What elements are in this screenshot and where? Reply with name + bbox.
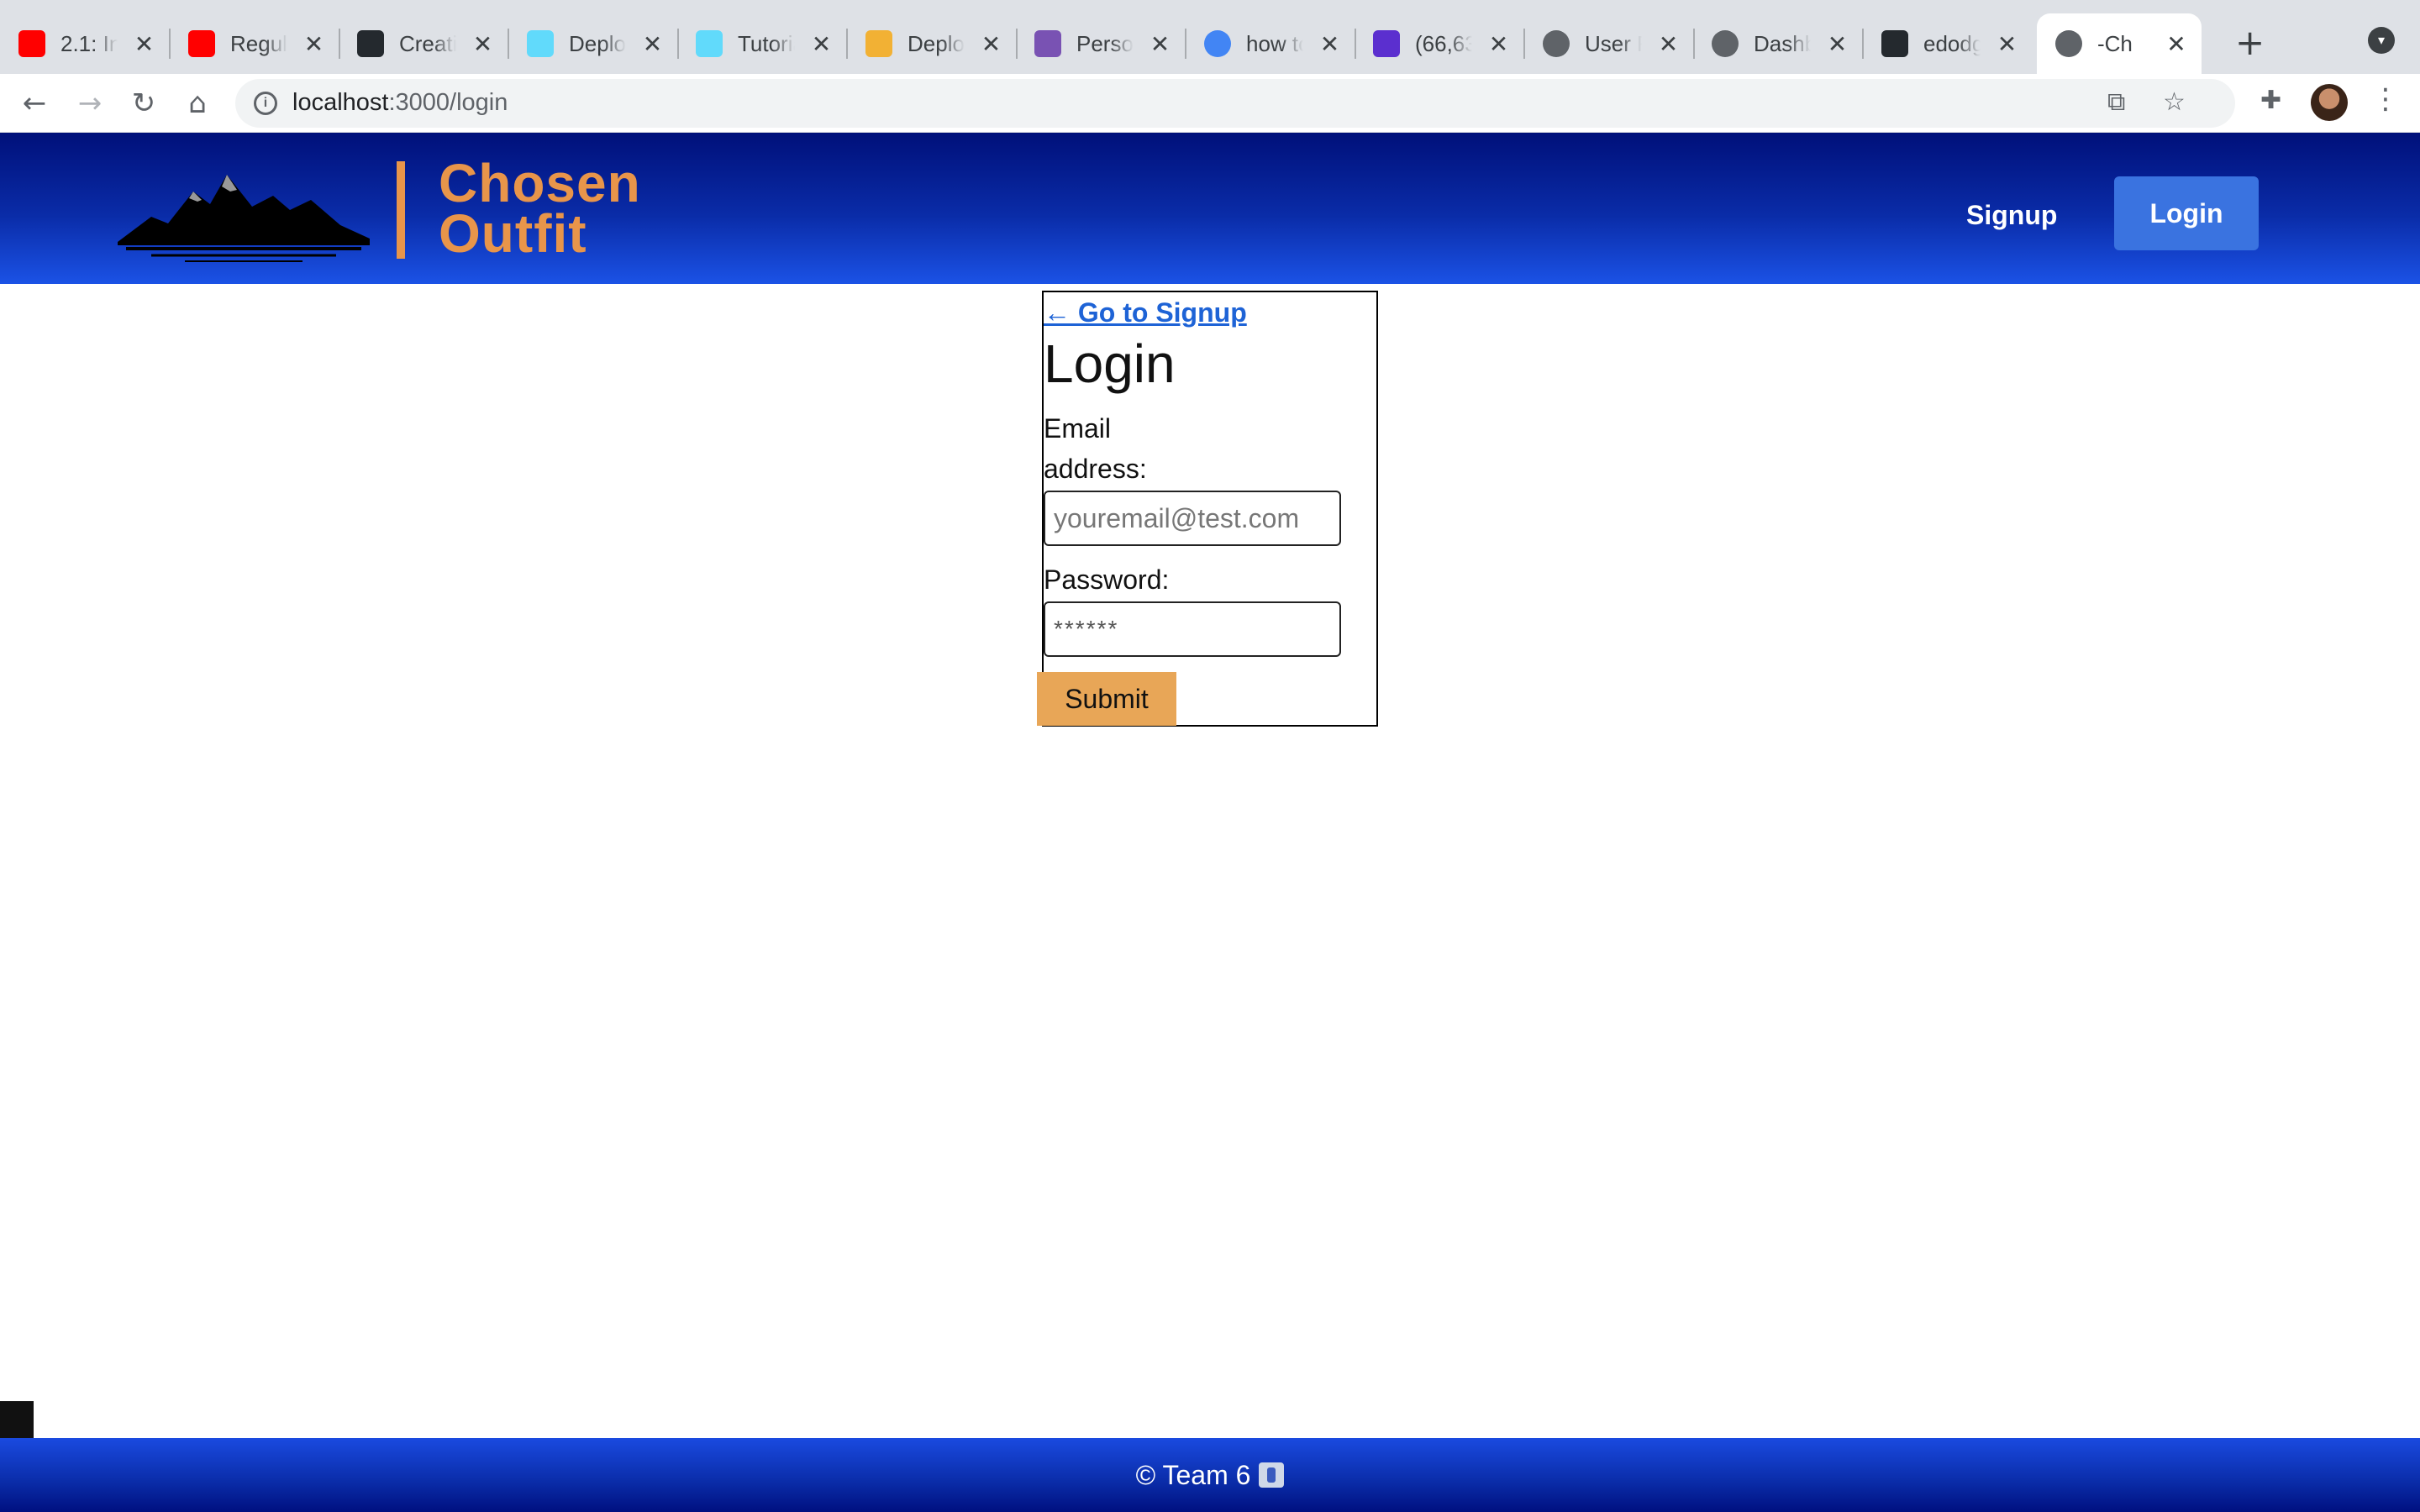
bookmark-star-icon[interactable]: ☆ [2163, 87, 2186, 117]
google-icon [1204, 30, 1231, 57]
github-icon [357, 30, 384, 57]
tab-title: (66,63 [1415, 30, 1472, 56]
password-label: Password: [1044, 564, 1170, 595]
browser-tab[interactable]: 2.1: Int ✕ [0, 13, 171, 74]
tab-title: Person [1076, 30, 1134, 56]
browser-menu-icon[interactable]: ⋮ [2371, 82, 2400, 116]
browser-tab[interactable]: Creatin ✕ [339, 13, 509, 74]
browser-tab[interactable]: Dashb ✕ [1693, 13, 1864, 74]
tab-title: -Ch [2097, 30, 2133, 56]
tab-close-icon[interactable]: ✕ [1487, 30, 1511, 58]
browser-tab[interactable]: how to ✕ [1186, 13, 1356, 74]
new-tab-button[interactable]: + [2235, 20, 2265, 66]
team-emoji-icon [1259, 1462, 1285, 1488]
youtube-icon [188, 30, 215, 57]
browser-tab[interactable]: -Ch ✕ [2037, 13, 2202, 74]
site-info-icon[interactable]: i [254, 92, 277, 115]
browser-tab[interactable]: Regula ✕ [170, 13, 340, 74]
browser-tab[interactable]: Tutoria ✕ [677, 13, 848, 74]
browser-tab[interactable]: Deploy ✕ [508, 13, 679, 74]
fs-icon [865, 30, 892, 57]
react-icon [696, 30, 723, 57]
globe-icon [1712, 30, 1739, 57]
footer-text: © Team 6 [1135, 1459, 1251, 1490]
browser-tab[interactable]: Person ✕ [1016, 13, 1186, 74]
nav-login-button[interactable]: Login [2114, 176, 2259, 250]
url-text: localhost:3000/login [292, 89, 508, 117]
home-icon[interactable]: ⌂ [175, 81, 220, 126]
tab-close-icon[interactable]: ✕ [471, 30, 495, 58]
site-footer: © Team 6 [0, 1438, 2420, 1512]
tab-title: Deploy [908, 30, 965, 56]
go-to-signup-link[interactable]: ← Go to Signup [1044, 297, 1247, 328]
back-arrow-icon[interactable]: ← [12, 81, 57, 126]
page-content: Chosen Outfit Signup Login ← Go to Signu… [0, 133, 2420, 1512]
tab-search-button[interactable]: ▾ [2368, 27, 2395, 54]
mail-icon [1373, 30, 1400, 57]
profile-avatar[interactable] [2311, 84, 2348, 121]
reload-icon[interactable]: ↻ [121, 81, 166, 126]
tab-title: Creatin [399, 30, 456, 56]
tab-close-icon[interactable]: ✕ [980, 30, 1003, 58]
tab-title: 2.1: Int [60, 30, 118, 56]
mountain-logo-icon [118, 175, 370, 262]
tab-close-icon[interactable]: ✕ [1996, 30, 2019, 58]
forward-arrow-icon[interactable]: → [67, 81, 113, 126]
react-icon [527, 30, 554, 57]
tab-title: Regula [230, 30, 287, 56]
address-bar[interactable]: i localhost:3000/login ⧉ ☆ [235, 79, 2235, 128]
site-logo[interactable]: Chosen Outfit [118, 153, 672, 267]
browser-toolbar: ← → ↻ ⌂ i localhost:3000/login ⧉ ☆ ✚ ⋮ [0, 74, 2420, 133]
tab-title: Deploy [569, 30, 626, 56]
browser-tab[interactable]: Deploy ✕ [847, 13, 1018, 74]
logo-divider [397, 161, 405, 259]
logo-line-1: Chosen [439, 153, 641, 213]
url-path: :3000/login [388, 89, 508, 116]
submit-button[interactable]: Submit [1037, 672, 1176, 726]
heroku-icon [1034, 30, 1061, 57]
globe-icon [2055, 30, 2082, 57]
tab-title: Tutoria [738, 30, 795, 56]
tab-close-icon[interactable]: ✕ [2165, 30, 2188, 58]
browser-tab[interactable]: edodg ✕ [1863, 13, 2033, 74]
password-input[interactable] [1044, 601, 1341, 657]
tab-close-icon[interactable]: ✕ [810, 30, 834, 58]
tab-close-icon[interactable]: ✕ [1657, 30, 1681, 58]
github-icon [1881, 30, 1908, 57]
login-heading: Login [1044, 333, 1176, 394]
tab-close-icon[interactable]: ✕ [133, 30, 156, 58]
tab-close-icon[interactable]: ✕ [641, 30, 665, 58]
logo-text: Chosen Outfit [439, 153, 641, 264]
email-input[interactable] [1044, 491, 1341, 546]
tab-close-icon[interactable]: ✕ [1826, 30, 1849, 58]
logo-line-2: Outfit [439, 203, 587, 264]
tab-title: Dashb [1754, 30, 1811, 56]
tab-title: User R [1585, 30, 1642, 56]
browser-tab-strip: 2.1: Int✕Regula✕Creatin✕Deploy✕Tutoria✕D… [0, 0, 2420, 74]
tab-close-icon[interactable]: ✕ [1318, 30, 1342, 58]
nav-signup-link[interactable]: Signup [1966, 200, 2057, 231]
url-host: localhost [292, 89, 389, 116]
globe-icon [1543, 30, 1570, 57]
tab-close-icon[interactable]: ✕ [1149, 30, 1172, 58]
browser-tab[interactable]: User R ✕ [1524, 13, 1695, 74]
email-label: Email address: [1044, 413, 1147, 484]
tab-title: how to [1246, 30, 1303, 56]
open-external-icon[interactable]: ⧉ [2107, 87, 2125, 117]
tab-title: edodg [1923, 30, 1981, 56]
youtube-icon [18, 30, 45, 57]
tab-close-icon[interactable]: ✕ [302, 30, 326, 58]
browser-tab[interactable]: (66,63 ✕ [1355, 13, 1525, 74]
site-header: Chosen Outfit Signup Login [0, 133, 2420, 284]
extensions-puzzle-icon[interactable]: ✚ [2260, 86, 2281, 115]
